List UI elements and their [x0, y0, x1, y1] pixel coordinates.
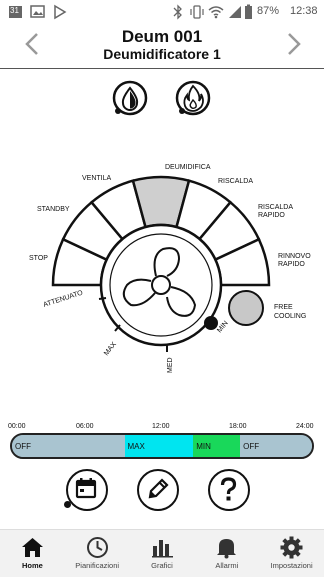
- nav-pianificazioni[interactable]: Pianificazioni: [65, 530, 130, 577]
- speed-label-min: MIN: [216, 320, 230, 334]
- mode-label-stop: STOP: [29, 255, 48, 262]
- battery-percent: 87%: [257, 5, 280, 17]
- speed-label-attenuato: ATTENUATO: [42, 289, 84, 309]
- speed-label-med: MED: [167, 357, 174, 373]
- mode-label-riscalda: RISCALDA: [218, 178, 253, 185]
- schedule-button[interactable]: [64, 469, 108, 511]
- nav-grafici[interactable]: Grafici: [130, 530, 195, 577]
- tick-label: 24:00: [296, 423, 314, 430]
- fan-speed-min-knob[interactable]: [204, 316, 218, 330]
- mode-label-rinnovo-rapido-2: RAPIDO: [278, 261, 305, 268]
- bell-icon: [217, 539, 237, 559]
- timeline-segment-label: OFF: [15, 442, 31, 451]
- tick-label: 06:00: [76, 423, 94, 430]
- mode-label-riscalda-rapido-2: RAPIDO: [258, 212, 285, 219]
- humidity-button[interactable]: [112, 80, 148, 116]
- device-subtitle: Deumidificatore 1: [103, 46, 221, 62]
- nav-impostazioni-label: Impostazioni: [270, 561, 313, 570]
- device-header: Deum 001 Deumidificatore 1: [0, 24, 324, 68]
- timeline-segment-label: OFF: [243, 442, 260, 451]
- bar-chart-icon: [151, 540, 173, 558]
- calendar-icon: [75, 478, 97, 499]
- schedule-timeline[interactable]: OFF MAX MIN OFF: [10, 433, 314, 459]
- mode-label-ventila: VENTILA: [82, 175, 112, 182]
- clock-time: 12:38: [290, 5, 318, 17]
- battery-icon: [245, 4, 252, 19]
- question-mark-icon: [220, 477, 237, 501]
- tick-label: 12:00: [152, 423, 170, 430]
- status-bar: 31 87% 12:38: [0, 0, 324, 24]
- control-dial: STOP STANDBY VENTILA DEUMIDIFICA RISCALD…: [29, 80, 311, 373]
- nav-home-label: Home: [21, 561, 43, 570]
- timeline-segment[interactable]: OFF: [12, 435, 125, 457]
- timeline-segment[interactable]: MAX: [124, 435, 194, 457]
- home-icon: [22, 538, 43, 557]
- free-cooling-button[interactable]: [228, 290, 264, 326]
- cell-signal-icon: [229, 6, 241, 18]
- help-button[interactable]: [208, 469, 250, 511]
- pencil-icon: [148, 478, 169, 499]
- free-cooling-label-2: COOLING: [274, 313, 306, 320]
- timeline-segment-label: MAX: [127, 442, 145, 451]
- gear-icon: [280, 536, 303, 559]
- nav-impostazioni[interactable]: Impostazioni: [259, 530, 324, 577]
- mode-label-rinnovo-rapido-1: RINNOVO: [278, 253, 311, 260]
- mode-label-riscalda-rapido-1: RISCALDA: [258, 204, 293, 211]
- heating-button[interactable]: [175, 80, 211, 116]
- play-store-icon: [54, 4, 67, 20]
- mode-label-standby: STANDBY: [37, 206, 70, 213]
- image-icon: [30, 5, 45, 18]
- nav-home[interactable]: Home: [0, 530, 65, 577]
- timeline-segment[interactable]: MIN: [193, 435, 241, 457]
- nav-pianificazioni-label: Pianificazioni: [75, 561, 120, 570]
- timeline-ticks: 00:00 06:00 12:00 18:00 24:00: [0, 423, 324, 433]
- clock-icon: [86, 537, 108, 558]
- timeline-segment-label: MIN: [196, 442, 211, 451]
- nav-allarmi-label: Allarmi: [215, 561, 239, 570]
- edit-button[interactable]: [137, 469, 179, 511]
- bottom-navigation: Home Pianificazioni Grafici Allarmi Impo…: [0, 529, 324, 577]
- nav-grafici-label: Grafici: [151, 561, 173, 570]
- bluetooth-icon: [173, 4, 182, 20]
- wifi-icon: [208, 6, 224, 19]
- vibrate-icon: [190, 5, 204, 19]
- nav-allarmi[interactable]: Allarmi: [194, 530, 259, 577]
- free-cooling-label-1: FREE: [274, 304, 293, 311]
- device-title: Deum 001: [121, 27, 203, 46]
- next-device-chevron-icon[interactable]: [282, 30, 306, 58]
- timeline-segment[interactable]: OFF: [240, 435, 312, 457]
- calendar-badge-text: 31: [10, 6, 19, 15]
- speed-label-max: MAX: [103, 341, 118, 358]
- tick-label: 18:00: [229, 423, 247, 430]
- mode-label-deumidifica: DEUMIDIFICA: [165, 164, 211, 171]
- tick-label: 00:00: [8, 423, 26, 430]
- schedule-button-dot: [64, 501, 71, 508]
